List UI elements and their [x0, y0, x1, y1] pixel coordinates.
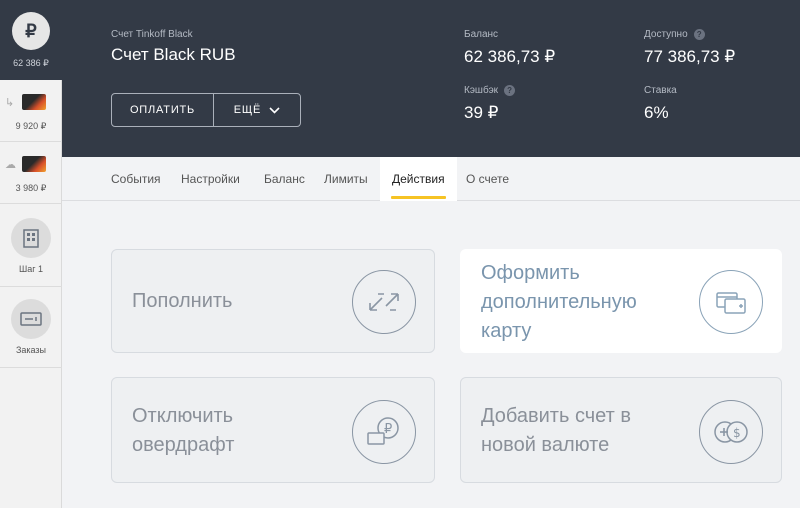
ruble-coin-card-icon: ₽: [352, 400, 416, 464]
rate-value: 6%: [644, 103, 669, 122]
account-subtitle: Счет Tinkoff Black: [111, 29, 193, 40]
rate-label: Ставка: [644, 85, 677, 96]
tab-actions-label: Действия: [392, 172, 445, 186]
add-currency-card[interactable]: Добавить счет в новой валюте $: [460, 377, 782, 483]
account-title: Счет Black RUB: [111, 45, 236, 64]
more-button-label: ЕЩЁ: [233, 104, 262, 116]
svg-text:₽: ₽: [384, 422, 392, 437]
help-icon[interactable]: ?: [504, 85, 516, 96]
balance-stat: Баланс 62 386,73 ₽: [464, 29, 555, 67]
card-thumbnail: [22, 94, 46, 110]
sidebar-card-2[interactable]: ☁ 3 980 ₽: [0, 142, 62, 204]
help-icon[interactable]: ?: [693, 29, 705, 40]
account-tabs: События Настройки Баланс Лимиты Действия…: [62, 157, 800, 201]
overdraft-card-label: Отключить овердрафт: [132, 405, 235, 456]
chevron-down-icon: [269, 106, 280, 114]
active-tab-indicator: [391, 196, 446, 199]
header-actions: ОПЛАТИТЬ ЕЩЁ: [111, 93, 301, 127]
sidebar-item-orders[interactable]: Заказы: [0, 288, 62, 368]
add-currency-label: Добавить счет в новой валюте: [481, 405, 631, 456]
sidebar-item-label: Заказы: [15, 345, 47, 355]
sidebar-card-1[interactable]: ↳ 9 920 ₽: [0, 80, 62, 142]
tab-balance[interactable]: Баланс: [264, 157, 305, 201]
cloud-icon: ☁: [5, 159, 16, 171]
balance-label: Баланс: [464, 29, 499, 40]
sidebar-card-2-amount: 3 980 ₽: [15, 183, 47, 193]
add-card-card[interactable]: Оформить дополнительную карту: [460, 249, 782, 353]
sidebar-item-step1[interactable]: Шаг 1: [0, 207, 62, 287]
balance-value: 62 386,73 ₽: [464, 47, 556, 66]
ticket-icon: [11, 299, 51, 339]
sub-arrow-icon: ↳: [5, 97, 15, 109]
more-button[interactable]: ЕЩЁ: [214, 94, 300, 126]
tab-settings[interactable]: Настройки: [181, 157, 240, 201]
topup-card[interactable]: Пополнить: [111, 249, 435, 353]
cashback-stat: Кэшбэк ? 39 ₽: [464, 85, 516, 123]
sidebar: ₽ 62 386 ₽ ↳ 9 920 ₽ ☁ 3 980 ₽ Шаг 1 Зак…: [0, 0, 62, 508]
account-header: Счет Tinkoff Black Счет Black RUB ОПЛАТИ…: [62, 0, 800, 157]
add-card-label: Оформить дополнительную карту: [481, 262, 637, 342]
sidebar-account-amount: 62 386 ₽: [13, 58, 49, 68]
add-card-icon: [699, 270, 763, 334]
transfer-arrows-icon: [352, 270, 416, 334]
pay-button[interactable]: ОПЛАТИТЬ: [112, 94, 214, 126]
cashback-label: Кэшбэк: [464, 85, 499, 96]
ruble-sign-icon: ₽: [12, 12, 50, 50]
sidebar-card-1-amount: 9 920 ₽: [15, 121, 47, 131]
add-currency-icon: $: [699, 400, 763, 464]
tab-actions[interactable]: Действия: [380, 157, 457, 201]
available-stat: Доступно ? 77 386,73 ₽: [644, 29, 735, 67]
cashback-value: 39 ₽: [464, 103, 499, 122]
sidebar-account[interactable]: ₽ 62 386 ₽: [0, 0, 62, 80]
overdraft-card[interactable]: Отключить овердрафт ₽: [111, 377, 435, 483]
available-value: 77 386,73 ₽: [644, 47, 736, 66]
card-thumbnail: [22, 156, 46, 172]
available-label: Доступно: [644, 29, 688, 40]
tab-limits[interactable]: Лимиты: [324, 157, 368, 201]
sidebar-item-label: Шаг 1: [18, 264, 44, 274]
rate-stat: Ставка 6%: [644, 85, 677, 123]
topup-card-label: Пополнить: [132, 290, 233, 312]
building-icon: [11, 218, 51, 258]
svg-text:$: $: [733, 426, 741, 440]
tab-about[interactable]: О счете: [466, 157, 509, 201]
tab-events[interactable]: События: [111, 157, 161, 201]
